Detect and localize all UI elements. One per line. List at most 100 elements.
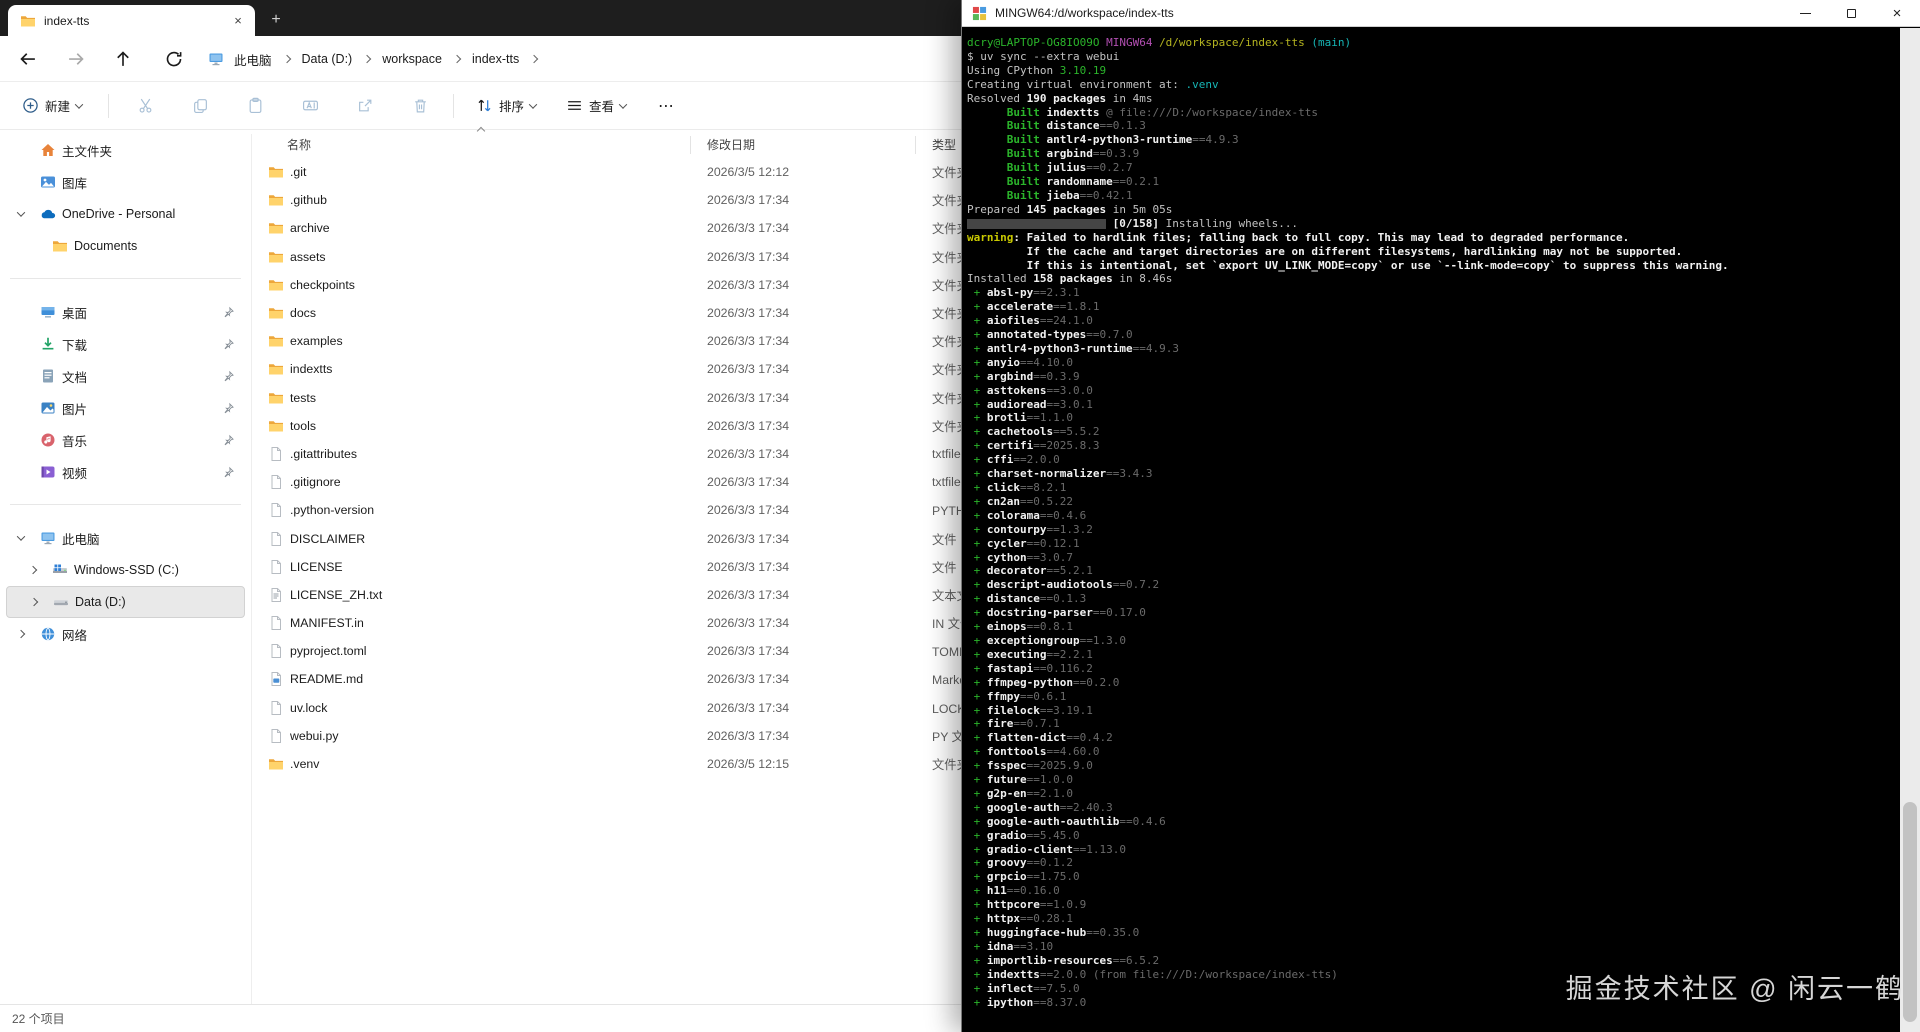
chevron-right-icon[interactable] bbox=[28, 565, 38, 575]
file-type: 文件夹 bbox=[932, 419, 961, 434]
sidebar-item-gallery[interactable]: 图库 bbox=[6, 166, 245, 198]
terminal-line: + decorator==5.2.1 bbox=[967, 564, 1093, 578]
sidebar-item-music[interactable]: 音乐 bbox=[6, 424, 245, 456]
forward-button[interactable] bbox=[66, 49, 86, 69]
file-icon bbox=[268, 615, 284, 631]
scrollbar-thumb[interactable] bbox=[1903, 802, 1917, 1022]
new-tab-button[interactable]: + bbox=[264, 8, 288, 32]
trash-icon bbox=[415, 99, 426, 113]
breadcrumb-item[interactable]: Data (D:) bbox=[296, 48, 359, 70]
file-row[interactable]: examples 2026/3/3 17:34 文件夹 bbox=[252, 327, 961, 355]
sidebar-item-label: 文档 bbox=[62, 370, 88, 385]
sidebar-item-onedrive[interactable]: OneDrive - Personal bbox=[6, 198, 245, 230]
file-row[interactable]: indextts 2026/3/3 17:34 文件夹 bbox=[252, 355, 961, 383]
sort-button[interactable]: 排序 bbox=[468, 90, 544, 121]
minimize-button[interactable] bbox=[1782, 0, 1828, 26]
terminal-scrollbar[interactable] bbox=[1900, 28, 1920, 1032]
file-row[interactable]: README.md 2026/3/3 17:34 Markdown 文件 bbox=[252, 665, 961, 693]
cut-button[interactable] bbox=[129, 91, 162, 120]
terminal-line: + fsspec==2025.9.0 bbox=[967, 759, 1093, 773]
txt-icon bbox=[268, 587, 284, 603]
breadcrumb-item[interactable]: index-tts bbox=[466, 48, 525, 70]
explorer-tab-index-tts[interactable]: index-tts × bbox=[8, 5, 255, 36]
file-row[interactable]: LICENSE_ZH.txt 2026/3/3 17:34 文本文档 bbox=[252, 581, 961, 609]
terminal-line: + groovy==0.1.2 bbox=[967, 856, 1073, 870]
sidebar-item-doc[interactable]: 文档 bbox=[6, 360, 245, 392]
file-row[interactable]: pyproject.toml 2026/3/3 17:34 TOML 文件 bbox=[252, 637, 961, 665]
refresh-button[interactable] bbox=[164, 49, 184, 69]
column-header-type[interactable]: 类型 bbox=[932, 136, 956, 153]
file-row[interactable]: .venv 2026/3/5 12:15 文件夹 bbox=[252, 750, 961, 778]
sidebar-item-pc[interactable]: 此电脑 bbox=[6, 522, 245, 554]
file-row[interactable]: .git 2026/3/5 12:12 文件夹 bbox=[252, 158, 961, 186]
file-date: 2026/3/3 17:34 bbox=[707, 616, 790, 631]
view-button[interactable]: 查看 bbox=[558, 90, 634, 121]
chevron-down-icon[interactable] bbox=[16, 208, 26, 217]
folder-icon bbox=[268, 305, 284, 321]
file-row[interactable]: tools 2026/3/3 17:34 文件夹 bbox=[252, 412, 961, 440]
column-header-date[interactable]: 修改日期 bbox=[707, 136, 755, 153]
sidebar-item-network[interactable]: 网络 bbox=[6, 618, 245, 650]
breadcrumb-item[interactable]: 此电脑 bbox=[228, 46, 278, 73]
more-options-button[interactable]: ⋯ bbox=[648, 96, 685, 116]
file-row[interactable]: DISCLAIMER 2026/3/3 17:34 文件 bbox=[252, 524, 961, 552]
pin-icon bbox=[222, 466, 235, 479]
file-row[interactable]: assets 2026/3/3 17:34 文件夹 bbox=[252, 243, 961, 271]
file-row[interactable]: .gitignore 2026/3/3 17:34 txtfile bbox=[252, 468, 961, 496]
download-icon bbox=[40, 336, 56, 352]
chevron-down-icon bbox=[618, 99, 628, 109]
file-row[interactable]: .github 2026/3/3 17:34 文件夹 bbox=[252, 186, 961, 214]
chevron-down-icon[interactable] bbox=[16, 532, 26, 541]
close-button[interactable]: × bbox=[1874, 0, 1920, 26]
file-row[interactable]: tests 2026/3/3 17:34 文件夹 bbox=[252, 384, 961, 412]
breadcrumb: 此电脑 Data (D:) workspace index-tts bbox=[208, 45, 543, 73]
file-row[interactable]: LICENSE 2026/3/3 17:34 文件 bbox=[252, 553, 961, 581]
terminal-output[interactable]: dcry@LAPTOP-OG8IO09O MINGW64 /d/workspac… bbox=[962, 28, 1900, 1032]
delete-button[interactable] bbox=[404, 91, 437, 120]
paste-button[interactable] bbox=[239, 91, 272, 120]
file-row[interactable]: MANIFEST.in 2026/3/3 17:34 IN 文件 bbox=[252, 609, 961, 637]
this-pc-icon bbox=[208, 51, 224, 67]
chevron-right-icon[interactable] bbox=[16, 629, 26, 639]
sidebar-item-desktop[interactable]: 桌面 bbox=[6, 296, 245, 328]
terminal-line: + audioread==3.0.1 bbox=[967, 397, 1093, 411]
file-date: 2026/3/3 17:34 bbox=[707, 559, 790, 574]
folder-icon bbox=[268, 192, 284, 208]
sidebar-item-video[interactable]: 视频 bbox=[6, 456, 245, 488]
sidebar-item-download[interactable]: 下载 bbox=[6, 328, 245, 360]
new-button[interactable]: 新建 bbox=[14, 90, 90, 121]
terminal-line: Installed 158 packages in 8.46s bbox=[967, 272, 1173, 286]
file-row[interactable]: .gitattributes 2026/3/3 17:34 txtfile bbox=[252, 440, 961, 468]
terminal-title-bar[interactable]: MINGW64:/d/workspace/index-tts × bbox=[962, 0, 1920, 27]
tab-close-icon[interactable]: × bbox=[229, 12, 247, 30]
breadcrumb-item[interactable]: workspace bbox=[376, 48, 448, 70]
sidebar-item-pictures[interactable]: 图片 bbox=[6, 392, 245, 424]
back-button[interactable] bbox=[18, 49, 38, 69]
maximize-button[interactable] bbox=[1828, 0, 1874, 26]
column-header-name[interactable]: 名称 bbox=[287, 136, 311, 153]
rename-button[interactable] bbox=[294, 91, 327, 120]
home-icon bbox=[40, 142, 56, 158]
file-row[interactable]: checkpoints 2026/3/3 17:34 文件夹 bbox=[252, 271, 961, 299]
chevron-right-icon[interactable] bbox=[29, 597, 39, 607]
file-row[interactable]: archive 2026/3/3 17:34 文件夹 bbox=[252, 214, 961, 242]
file-row[interactable]: docs 2026/3/3 17:34 文件夹 bbox=[252, 299, 961, 327]
terminal-line: + g2p-en==2.1.0 bbox=[967, 786, 1073, 800]
terminal-line: + httpcore==1.0.9 bbox=[967, 898, 1087, 912]
copy-icon bbox=[194, 99, 207, 113]
copy-button[interactable] bbox=[184, 91, 217, 120]
share-button[interactable] bbox=[349, 91, 382, 120]
sidebar-item-drivewin[interactable]: Windows-SSD (C:) bbox=[6, 554, 245, 586]
minimize-icon bbox=[1799, 12, 1811, 14]
file-row[interactable]: uv.lock 2026/3/3 17:34 LOCK 文件 bbox=[252, 694, 961, 722]
terminal-line: + anyio==4.10.0 bbox=[967, 355, 1073, 369]
sidebar-item-label: 桌面 bbox=[62, 306, 88, 321]
up-button[interactable] bbox=[113, 49, 133, 69]
sidebar-item-folder[interactable]: Documents bbox=[6, 230, 245, 262]
sidebar-item-home[interactable]: 主文件夹 bbox=[6, 134, 245, 166]
file-row[interactable]: .python-version 2026/3/3 17:34 PYTHON-VERS… bbox=[252, 496, 961, 524]
sidebar-item-drive[interactable]: Data (D:) bbox=[6, 586, 245, 618]
folder-icon bbox=[268, 277, 284, 293]
pin-icon bbox=[222, 434, 235, 447]
file-row[interactable]: webui.py 2026/3/3 17:34 PY 文件 bbox=[252, 722, 961, 750]
